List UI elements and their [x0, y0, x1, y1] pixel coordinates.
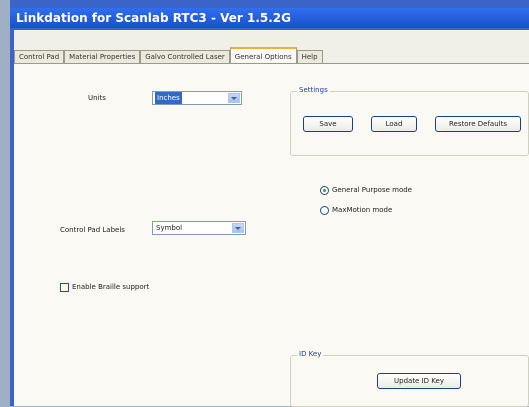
enable-braille-checkbox[interactable] — [60, 283, 69, 292]
tab-control-pad[interactable]: Control Pad — [14, 50, 65, 64]
general-options-pane: Units Inches Settings Save Load Restore … — [14, 63, 529, 407]
maxmotion-mode-label: MaxMotion mode — [332, 206, 393, 214]
tab-bar: Control Pad Material Properties Galvo Co… — [14, 47, 323, 65]
enable-braille-label: Enable Braille support — [72, 283, 150, 291]
update-id-key-button[interactable]: Update ID Key — [377, 373, 461, 389]
tab-galvo-controlled-laser[interactable]: Galvo Controlled Laser — [140, 50, 230, 64]
tab-material-properties[interactable]: Material Properties — [64, 50, 141, 64]
control-pad-labels-value: Symbol — [156, 224, 183, 232]
chevron-down-icon[interactable] — [228, 93, 240, 103]
tab-help[interactable]: Help — [296, 50, 323, 64]
settings-group: Settings Save Load Restore Defaults — [290, 86, 529, 156]
settings-legend: Settings — [297, 86, 330, 94]
control-pad-labels-select[interactable]: Symbol — [152, 221, 246, 235]
save-button[interactable]: Save — [303, 116, 353, 132]
maxmotion-mode-radio[interactable] — [320, 206, 329, 215]
id-key-legend: ID Key — [297, 350, 324, 358]
units-label: Units — [88, 94, 106, 102]
window-title: Linkdation for Scanlab RTC3 - Ver 1.5.2G — [10, 8, 529, 28]
units-value: Inches — [155, 92, 182, 104]
units-select[interactable]: Inches — [152, 91, 242, 105]
general-purpose-mode-radio[interactable] — [320, 186, 329, 195]
general-purpose-mode-label: General Purpose mode — [332, 186, 412, 194]
load-button[interactable]: Load — [371, 116, 417, 132]
restore-defaults-button[interactable]: Restore Defaults — [435, 116, 521, 132]
id-key-group: ID Key Update ID Key — [290, 350, 529, 407]
control-pad-labels-label: Control Pad Labels — [60, 226, 125, 234]
chevron-down-icon[interactable] — [232, 223, 244, 233]
